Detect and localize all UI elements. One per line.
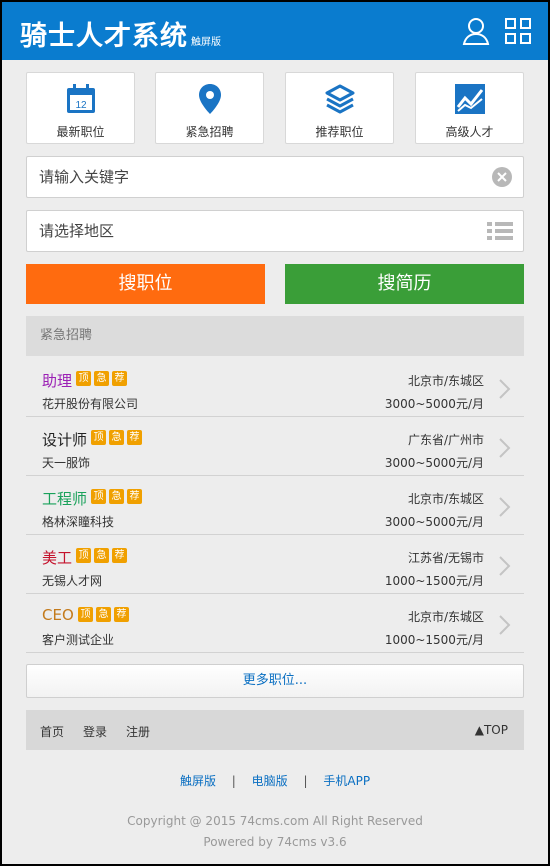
job-location: 北京市/东城区 bbox=[407, 610, 484, 624]
search-resumes-button[interactable]: 搜简历 bbox=[285, 264, 524, 304]
link-desktop-version[interactable]: 电脑版 bbox=[252, 774, 288, 788]
job-company: 天一服饰 bbox=[42, 456, 91, 470]
job-row[interactable]: 设计师顶急荐天一服饰 广东省/广州市 3000~5000元/月 bbox=[26, 417, 524, 476]
job-tag-badge: 急 bbox=[109, 489, 124, 504]
job-company: 花开股份有限公司 bbox=[42, 397, 139, 411]
job-tag-badge: 荐 bbox=[114, 607, 129, 622]
user-icon[interactable] bbox=[460, 15, 492, 47]
job-tag-badge: 急 bbox=[109, 430, 124, 445]
link-touch-version[interactable]: 触屏版 bbox=[180, 774, 216, 788]
chevron-right-icon bbox=[499, 438, 511, 458]
job-tag-badge: 荐 bbox=[112, 371, 127, 386]
job-title[interactable]: 助理 bbox=[42, 370, 72, 391]
trend-chart-icon bbox=[455, 84, 485, 114]
job-tag-badge: 急 bbox=[94, 371, 109, 386]
job-location: 江苏省/无锡市 bbox=[407, 551, 484, 565]
more-jobs-button[interactable]: 更多职位... bbox=[26, 664, 524, 698]
search-jobs-button[interactable]: 搜职位 bbox=[26, 264, 265, 304]
region-select[interactable]: 请选择地区 bbox=[26, 210, 524, 252]
job-row[interactable]: 助理顶急荐花开股份有限公司 北京市/东城区 3000~5000元/月 bbox=[26, 358, 524, 417]
job-row[interactable]: 美工顶急荐无锡人才网 江苏省/无锡市 1000~1500元/月 bbox=[26, 535, 524, 594]
job-company: 无锡人才网 bbox=[42, 574, 103, 588]
nav-tile-senior-talent[interactable]: 高级人才 bbox=[415, 72, 524, 144]
version-links: 触屏版 | 电脑版 | 手机APP bbox=[2, 772, 548, 789]
job-tag-badge: 顶 bbox=[91, 489, 106, 504]
job-tag-badge: 荐 bbox=[112, 548, 127, 563]
footer-link-home[interactable]: 首页 bbox=[40, 723, 64, 740]
map-pin-icon bbox=[199, 84, 221, 114]
chevron-right-icon bbox=[499, 556, 511, 576]
job-salary: 1000~1500元/月 bbox=[384, 574, 484, 588]
job-location: 广东省/广州市 bbox=[407, 433, 484, 447]
job-company: 客户测试企业 bbox=[42, 633, 115, 647]
job-company: 格林深瞳科技 bbox=[42, 515, 115, 529]
job-tag-badge: 顶 bbox=[76, 548, 91, 563]
link-separator: | bbox=[231, 774, 236, 788]
calendar-icon: 12 bbox=[67, 84, 95, 113]
job-title[interactable]: CEO bbox=[42, 606, 74, 624]
nav-tile-label: 最新职位 bbox=[56, 125, 105, 139]
site-logo-title[interactable]: 骑士人才系统 bbox=[20, 14, 188, 53]
nav-tile-label: 高级人才 bbox=[445, 125, 494, 139]
back-to-top-link[interactable]: ▲TOP bbox=[475, 723, 508, 737]
job-tag-badge: 顶 bbox=[78, 607, 93, 622]
keyword-placeholder: 请输入关键字 bbox=[39, 168, 130, 186]
job-tag-badge: 荐 bbox=[127, 430, 142, 445]
calendar-number: 12 bbox=[75, 100, 87, 111]
job-tag-badge: 急 bbox=[94, 548, 109, 563]
grid-icon[interactable] bbox=[502, 15, 534, 47]
copyright-text: Copyright @ 2015 74cms.com All Right Res… bbox=[127, 814, 423, 828]
job-tags: 顶急荐 bbox=[91, 430, 142, 445]
job-tags: 顶急荐 bbox=[76, 371, 127, 386]
footer-link-register[interactable]: 注册 bbox=[126, 723, 150, 740]
job-row[interactable]: 工程师顶急荐格林深瞳科技 北京市/东城区 3000~5000元/月 bbox=[26, 476, 524, 535]
job-tags: 顶急荐 bbox=[78, 607, 129, 622]
job-tags: 顶急荐 bbox=[91, 489, 142, 504]
job-tags: 顶急荐 bbox=[76, 548, 127, 563]
app-header: 骑士人才系统 触屏版 bbox=[2, 2, 548, 60]
chevron-right-icon bbox=[499, 379, 511, 399]
job-row[interactable]: CEO 顶急荐客户测试企业 北京市/东城区 1000~1500元/月 bbox=[26, 594, 524, 653]
link-separator: | bbox=[303, 774, 308, 788]
job-tag-badge: 顶 bbox=[76, 371, 91, 386]
footer-link-login[interactable]: 登录 bbox=[83, 723, 107, 740]
list-icon bbox=[487, 222, 513, 240]
chevron-right-icon bbox=[499, 497, 511, 517]
nav-tile-latest-jobs[interactable]: 12 最新职位 bbox=[26, 72, 135, 144]
section-heading-urgent: 紧急招聘 bbox=[26, 316, 524, 356]
job-salary: 3000~5000元/月 bbox=[384, 397, 484, 411]
nav-tile-label: 推荐职位 bbox=[315, 125, 364, 139]
job-title[interactable]: 美工 bbox=[42, 547, 72, 568]
job-salary: 1000~1500元/月 bbox=[384, 633, 484, 647]
footer-nav: 首页 登录 注册 ▲TOP bbox=[26, 710, 524, 750]
job-tag-badge: 荐 bbox=[127, 489, 142, 504]
job-list: 助理顶急荐花开股份有限公司 北京市/东城区 3000~5000元/月 设计师顶急荐天一… bbox=[26, 358, 524, 653]
job-title[interactable]: 设计师 bbox=[42, 429, 87, 450]
clear-icon[interactable] bbox=[491, 166, 513, 188]
keyword-input[interactable]: 请输入关键字 bbox=[26, 156, 524, 198]
page-frame: 骑士人才系统 触屏版 12 最新职位 紧急招聘 推荐职位 高级人才 请输入关键字… bbox=[2, 2, 548, 864]
job-location: 北京市/东城区 bbox=[407, 374, 484, 388]
job-location: 北京市/东城区 bbox=[407, 492, 484, 506]
link-mobile-app[interactable]: 手机APP bbox=[323, 774, 370, 788]
job-tag-badge: 顶 bbox=[91, 430, 106, 445]
job-title[interactable]: 工程师 bbox=[42, 488, 87, 509]
region-placeholder: 请选择地区 bbox=[39, 222, 115, 240]
nav-tile-label: 紧急招聘 bbox=[185, 125, 234, 139]
job-tag-badge: 急 bbox=[96, 607, 111, 622]
job-salary: 3000~5000元/月 bbox=[384, 456, 484, 470]
layers-icon bbox=[325, 84, 355, 114]
nav-tile-urgent[interactable]: 紧急招聘 bbox=[155, 72, 264, 144]
powered-by-text: Powered by 74cms v3.6 bbox=[203, 835, 347, 849]
nav-tile-recommended[interactable]: 推荐职位 bbox=[285, 72, 394, 144]
chevron-right-icon bbox=[499, 615, 511, 635]
site-logo-subtitle: 触屏版 bbox=[191, 37, 221, 48]
job-salary: 3000~5000元/月 bbox=[384, 515, 484, 529]
